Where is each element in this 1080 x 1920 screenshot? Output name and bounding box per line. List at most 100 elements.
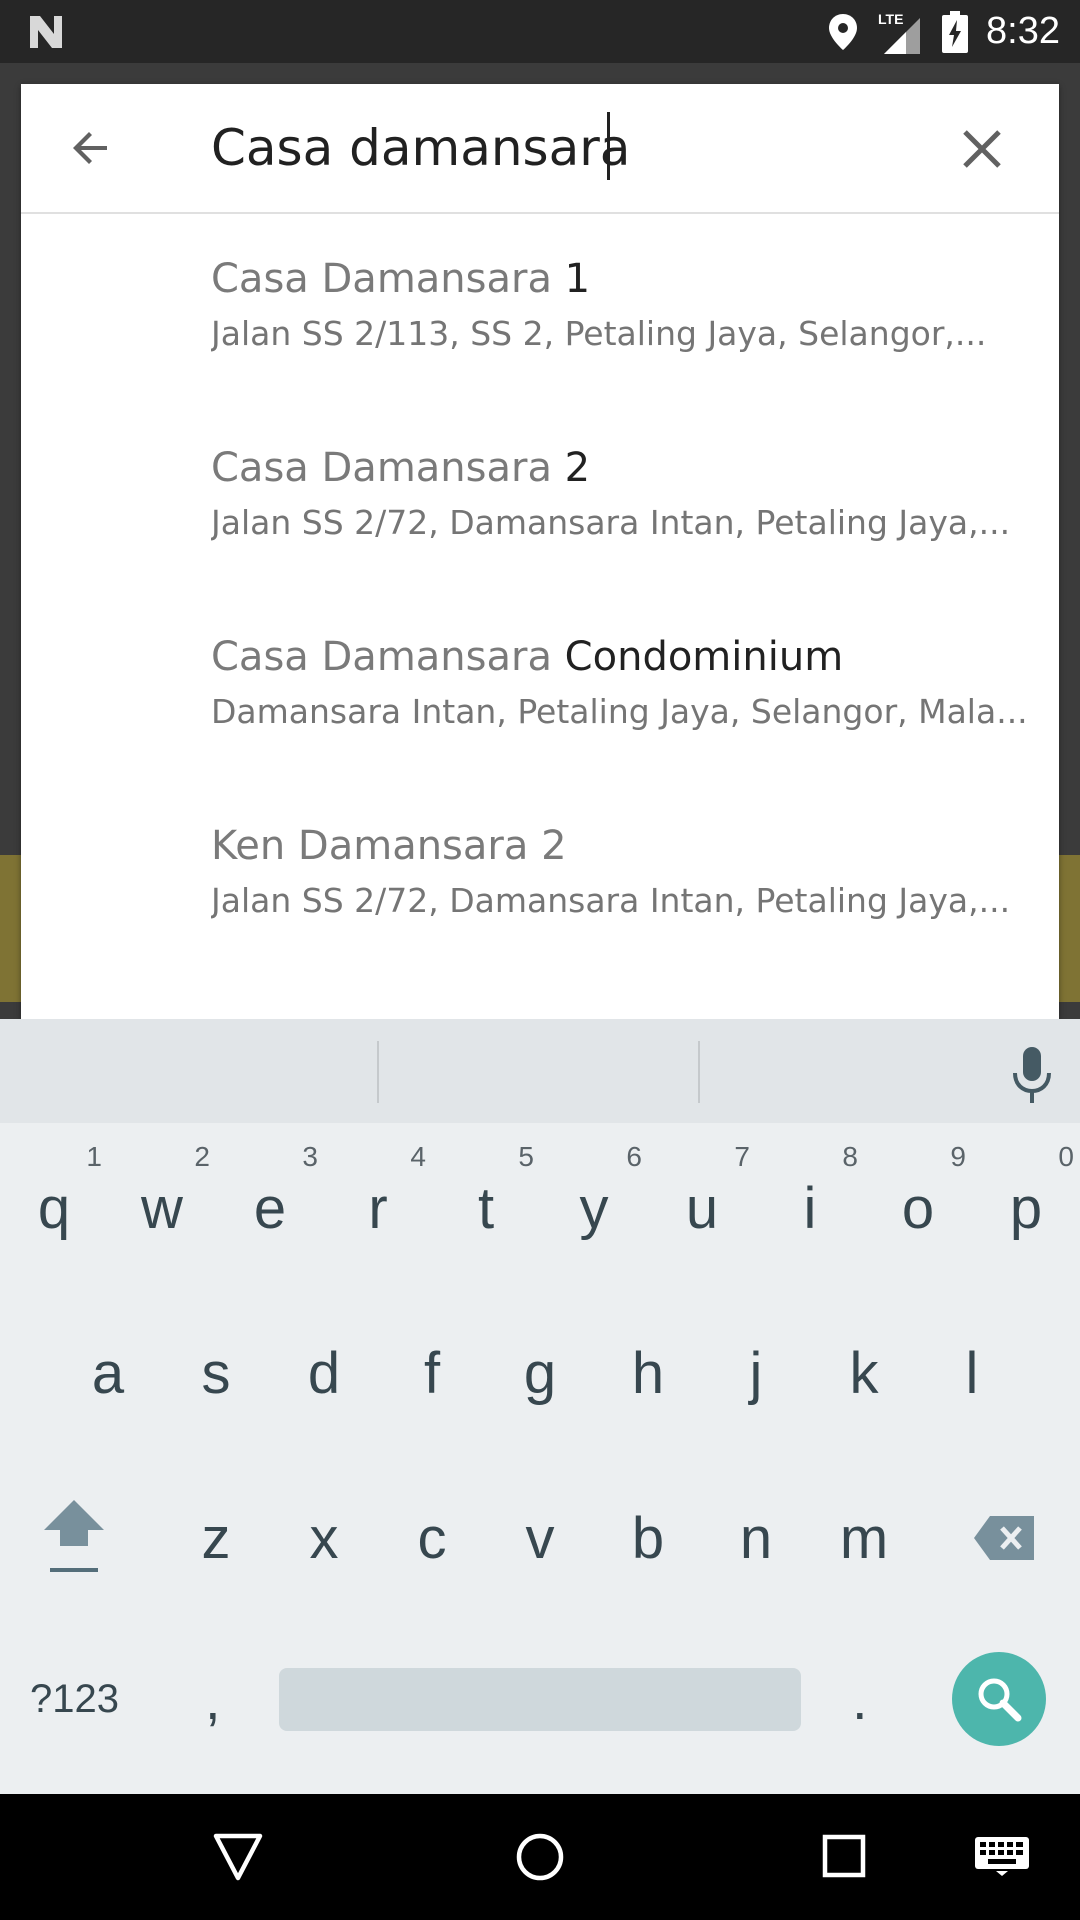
key-letter: g — [523, 1341, 557, 1406]
key-x[interactable]: x — [270, 1469, 378, 1599]
suggestion-title: Casa Damansara 2 — [211, 445, 591, 491]
symbols-key[interactable]: ?123 — [30, 1677, 119, 1722]
key-letter: q — [37, 1176, 71, 1241]
keyboard-suggestion-strip — [0, 1019, 1080, 1123]
key-hint-number: 6 — [626, 1141, 642, 1172]
key-letter: u — [685, 1176, 719, 1241]
search-panel: Casa Damansara 1 Jalan SS 2/113, SS 2, P… — [21, 84, 1059, 1019]
status-bar: LTE 8:32 — [0, 0, 1080, 63]
suggestion-item[interactable]: Casa Damansara Condominium Damansara Int… — [21, 592, 1059, 781]
suggestion-title: Casa Damansara 1 — [211, 256, 591, 302]
lte-label: LTE — [878, 11, 903, 27]
key-r[interactable]: r4 — [324, 1139, 432, 1269]
lte-signal-icon: LTE — [878, 11, 921, 54]
key-letter: n — [739, 1506, 773, 1571]
key-hint-number: 7 — [734, 1141, 750, 1172]
key-letter: f — [423, 1341, 441, 1406]
key-u[interactable]: u7 — [648, 1139, 756, 1269]
key-hint-number: 1 — [86, 1141, 102, 1172]
key-letter: a — [91, 1341, 125, 1406]
nav-recents-icon[interactable] — [822, 1834, 866, 1878]
suggestion-address: Jalan SS 2/72, Damansara Intan, Petaling… — [211, 503, 1011, 542]
suggestion-item[interactable]: Casa Damansara 2 Jalan SS 2/72, Damansar… — [21, 403, 1059, 592]
key-c[interactable]: c — [378, 1469, 486, 1599]
suggestion-item[interactable]: Casa Damansara 1 Jalan SS 2/113, SS 2, P… — [21, 214, 1059, 403]
status-time: 8:32 — [986, 10, 1060, 52]
navigation-bar — [0, 1794, 1080, 1920]
key-hint-number: 5 — [518, 1141, 534, 1172]
keyboard-switch-icon[interactable] — [974, 1836, 1030, 1876]
key-letter: p — [1009, 1176, 1043, 1241]
key-letter: c — [417, 1506, 447, 1571]
suggestion-address: Jalan SS 2/72, Damansara Intan, Petaling… — [211, 881, 1011, 920]
nav-back-icon[interactable] — [212, 1832, 264, 1882]
key-q[interactable]: q1 — [0, 1139, 108, 1269]
key-s[interactable]: s — [162, 1304, 270, 1434]
key-letter: l — [965, 1341, 979, 1406]
key-h[interactable]: h — [594, 1304, 702, 1434]
key-z[interactable]: z — [162, 1469, 270, 1599]
key-y[interactable]: y6 — [540, 1139, 648, 1269]
location-icon — [829, 13, 858, 50]
key-b[interactable]: b — [594, 1469, 702, 1599]
notification-n-icon — [30, 16, 62, 48]
key-letter: t — [477, 1176, 495, 1241]
text-caret — [607, 112, 610, 180]
key-letter: h — [631, 1341, 665, 1406]
key-n[interactable]: n — [702, 1469, 810, 1599]
suggestion-address: Jalan SS 2/113, SS 2, Petaling Jaya, Sel… — [211, 314, 987, 353]
key-j[interactable]: j — [702, 1304, 810, 1434]
key-letter: s — [201, 1341, 231, 1406]
key-i[interactable]: i8 — [756, 1139, 864, 1269]
battery-charging-icon — [942, 10, 969, 53]
key-o[interactable]: o9 — [864, 1139, 972, 1269]
key-e[interactable]: e3 — [216, 1139, 324, 1269]
search-action-key[interactable] — [952, 1652, 1046, 1746]
key-hint-number: 3 — [302, 1141, 318, 1172]
suggestion-title: Casa Damansara Condominium — [211, 634, 844, 680]
soft-keyboard: q1w2e3r4t5y6u7i8o9p0 asdfghjkl zxcvbnm ?… — [0, 1019, 1080, 1794]
key-letter: w — [141, 1176, 183, 1241]
suggestion-address: Damansara Intan, Petaling Jaya, Selangor… — [211, 692, 1028, 731]
key-hint-number: 9 — [950, 1141, 966, 1172]
key-f[interactable]: f — [378, 1304, 486, 1434]
key-v[interactable]: v — [486, 1469, 594, 1599]
space-bar[interactable] — [279, 1668, 801, 1731]
key-letter: z — [201, 1506, 231, 1571]
key-letter: m — [839, 1506, 889, 1571]
key-t[interactable]: t5 — [432, 1139, 540, 1269]
key-l[interactable]: l — [918, 1304, 1026, 1434]
backspace-icon[interactable] — [972, 1514, 1036, 1562]
key-letter: o — [901, 1176, 935, 1241]
shift-icon[interactable] — [36, 1496, 112, 1576]
key-letter: b — [631, 1506, 665, 1571]
key-k[interactable]: k — [810, 1304, 918, 1434]
key-hint-number: 2 — [194, 1141, 210, 1172]
period-key[interactable]: . — [852, 1667, 868, 1732]
key-w[interactable]: w2 — [108, 1139, 216, 1269]
key-hint-number: 0 — [1058, 1141, 1074, 1172]
back-arrow-icon[interactable] — [67, 124, 115, 172]
key-letter: e — [253, 1176, 287, 1241]
key-hint-number: 4 — [410, 1141, 426, 1172]
key-m[interactable]: m — [810, 1469, 918, 1599]
nav-home-icon[interactable] — [515, 1832, 565, 1882]
suggestion-divider — [698, 1041, 700, 1103]
suggestion-title: Ken Damansara 2 — [211, 823, 567, 869]
suggestion-item[interactable]: Ken Damansara 2 Jalan SS 2/72, Damansara… — [21, 781, 1059, 970]
key-letter: k — [849, 1341, 879, 1406]
key-d[interactable]: d — [270, 1304, 378, 1434]
comma-key[interactable]: , — [205, 1667, 221, 1732]
key-g[interactable]: g — [486, 1304, 594, 1434]
suggestion-divider — [377, 1041, 379, 1103]
microphone-icon[interactable] — [1010, 1047, 1054, 1103]
search-input[interactable] — [211, 116, 911, 180]
key-letter: j — [749, 1341, 763, 1406]
search-bar — [21, 84, 1059, 214]
search-icon — [978, 1678, 1022, 1722]
key-a[interactable]: a — [54, 1304, 162, 1434]
key-letter: r — [368, 1176, 388, 1241]
key-letter: d — [307, 1341, 341, 1406]
key-p[interactable]: p0 — [972, 1139, 1080, 1269]
clear-icon[interactable] — [961, 128, 1003, 170]
